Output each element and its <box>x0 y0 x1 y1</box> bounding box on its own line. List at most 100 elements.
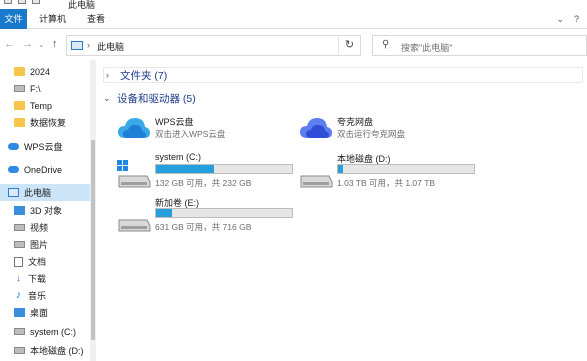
forward-arrow-icon[interactable]: → <box>22 38 33 50</box>
cloud-icon <box>8 143 19 150</box>
properties-icon[interactable] <box>18 0 26 4</box>
sidebar-item-label: 本地磁盘 (D:) <box>30 346 84 356</box>
chevron-down-icon[interactable]: ⌄ <box>556 14 564 25</box>
sidebar-item-label: 桌面 <box>30 308 49 318</box>
sidebar-item-3d-objects[interactable]: 3D 对象 <box>0 202 90 219</box>
sidebar-item-f-drive[interactable]: F:\ <box>0 80 90 97</box>
sidebar-item-music[interactable]: ♪ 音乐 <box>0 287 90 304</box>
drive-size: 132 GB 可用，共 232 GB <box>155 178 252 188</box>
drive-icon <box>14 85 25 92</box>
drive-size: 1.03 TB 可用，共 1.07 TB <box>337 178 436 188</box>
navigation-pane: 2024 F:\ Temp 数据恢复 WPS云盘 OneDrive 此电脑 3D… <box>0 60 96 361</box>
document-icon <box>14 256 23 267</box>
refresh-button[interactable]: ↻ <box>338 35 360 56</box>
windows-drive-icon <box>117 160 151 188</box>
sidebar-item-label: WPS云盘 <box>24 142 63 152</box>
drive-icon <box>14 347 25 354</box>
chevron-down-icon[interactable]: ⌄ <box>103 93 113 104</box>
group-devices-label: 设备和驱动器 (5) <box>117 92 196 105</box>
sidebar-item-label: 3D 对象 <box>30 206 63 216</box>
recent-locations-chevron-icon[interactable]: ⌄ <box>38 40 45 49</box>
sidebar-item-desktop[interactable]: 桌面 <box>0 304 90 321</box>
breadcrumb[interactable]: 此电脑 <box>97 40 124 53</box>
sidebar-item-label: 数据恢复 <box>30 118 67 128</box>
sidebar-item-downloads[interactable]: ↓ 下载 <box>0 270 90 287</box>
sidebar-item-wps-cloud[interactable]: WPS云盘 <box>0 138 90 155</box>
sidebar-item-label: 音乐 <box>28 291 47 301</box>
search-input[interactable]: ⚲ 搜索"此电脑" <box>372 35 587 56</box>
tile-name: WPS云盘 <box>155 117 194 127</box>
download-icon: ↓ <box>16 273 21 284</box>
group-folders[interactable]: › 文件夹 (7) <box>103 67 583 83</box>
folder-icon <box>4 0 12 4</box>
sidebar-item-label: OneDrive <box>24 164 63 175</box>
drive-system-c[interactable]: system (C:) 132 GB 可用，共 232 GB <box>117 152 297 192</box>
tab-computer[interactable]: 计算机 <box>30 9 75 29</box>
sidebar-item-label: 图片 <box>30 240 49 250</box>
address-bar[interactable]: › 此电脑 ⌄ <box>66 35 391 56</box>
tile-name: 夸克网盘 <box>337 117 374 127</box>
title-bar: 此电脑 <box>0 0 587 10</box>
video-icon <box>14 224 25 231</box>
sidebar-item-2024[interactable]: 2024 <box>0 63 90 80</box>
drive-usage-bar <box>337 164 475 174</box>
folder-icon <box>14 67 25 76</box>
drive-local-disk-d[interactable]: 本地磁盘 (D:) 1.03 TB 可用，共 1.07 TB <box>299 152 479 192</box>
sidebar-item-pictures[interactable]: 图片 <box>0 236 90 253</box>
drive-usage-fill <box>156 209 173 217</box>
drive-usage-fill <box>156 165 215 173</box>
back-arrow-icon[interactable]: ← <box>4 38 15 50</box>
sidebar-item-temp[interactable]: Temp <box>0 97 90 114</box>
quick-access-toolbar <box>4 0 40 4</box>
sidebar-item-data-recovery[interactable]: 数据恢复 <box>0 114 90 131</box>
navigation-bar: ← → ⌄ ↑ › 此电脑 ⌄ ↻ ⚲ 搜索"此电脑" <box>0 30 587 60</box>
picture-icon <box>14 241 25 248</box>
drive-usage-bar <box>155 208 293 218</box>
sidebar-item-local-disk-d[interactable]: 本地磁盘 (D:) <box>0 342 90 359</box>
drive-icon <box>14 328 25 335</box>
hard-drive-icon <box>300 175 333 188</box>
ribbon: 文件 计算机 查看 ⌄ ? <box>0 9 587 29</box>
tile-subtitle: 双击进入WPS云盘 <box>155 129 226 139</box>
sidebar-item-system-c[interactable]: system (C:) <box>0 323 90 340</box>
tab-file[interactable]: 文件 <box>0 9 27 29</box>
sidebar-item-label: 视频 <box>30 223 49 233</box>
refresh-icon: ↻ <box>344 39 355 51</box>
tab-view[interactable]: 查看 <box>78 9 114 29</box>
sidebar-item-label: 下载 <box>28 274 47 284</box>
sidebar-item-label: 2024 <box>30 66 51 77</box>
folder-icon <box>14 118 25 127</box>
sidebar-item-label: Temp <box>30 100 53 111</box>
sidebar-scrollbar[interactable] <box>90 60 96 361</box>
sidebar-item-videos[interactable]: 视频 <box>0 219 90 236</box>
chevron-right-icon[interactable]: › <box>106 70 116 80</box>
wps-cloud-icon <box>118 118 150 138</box>
tile-subtitle: 双击运行夸克网盘 <box>337 129 406 139</box>
drive-new-volume-e[interactable]: 新加卷 (E:) 631 GB 可用，共 716 GB <box>117 196 297 236</box>
sidebar-item-documents[interactable]: 文档 <box>0 253 90 270</box>
new-folder-icon[interactable] <box>32 0 40 4</box>
group-folders-label: 文件夹 (7) <box>120 69 168 82</box>
sidebar-scrollbar-thumb[interactable] <box>91 140 95 340</box>
quark-cloud-icon <box>300 118 332 138</box>
tile-quark-cloud[interactable]: 夸克网盘 双击运行夸克网盘 <box>299 112 479 146</box>
ribbon-right-controls: ⌄ ? <box>556 14 579 25</box>
computer-icon <box>8 188 19 197</box>
breadcrumb-separator-icon[interactable]: › <box>87 40 90 50</box>
sidebar-item-label: 此电脑 <box>24 188 52 198</box>
sidebar-item-onedrive[interactable]: OneDrive <box>0 161 90 178</box>
sidebar-item-label: 文档 <box>28 257 47 267</box>
hard-drive-icon <box>118 219 151 232</box>
sidebar-item-this-pc[interactable]: 此电脑 <box>0 184 90 201</box>
drive-name: system (C:) <box>155 152 201 162</box>
tile-wps-cloud[interactable]: WPS云盘 双击进入WPS云盘 <box>117 112 297 146</box>
computer-icon <box>71 41 83 50</box>
sidebar-item-label: system (C:) <box>30 326 76 337</box>
search-icon: ⚲ <box>382 39 390 50</box>
desktop-icon <box>14 308 25 317</box>
help-icon[interactable]: ? <box>574 14 579 25</box>
up-arrow-icon[interactable]: ↑ <box>52 38 58 50</box>
cloud-icon <box>8 166 19 173</box>
cube-icon <box>14 206 25 215</box>
group-devices[interactable]: ⌄ 设备和驱动器 (5) <box>103 90 196 106</box>
